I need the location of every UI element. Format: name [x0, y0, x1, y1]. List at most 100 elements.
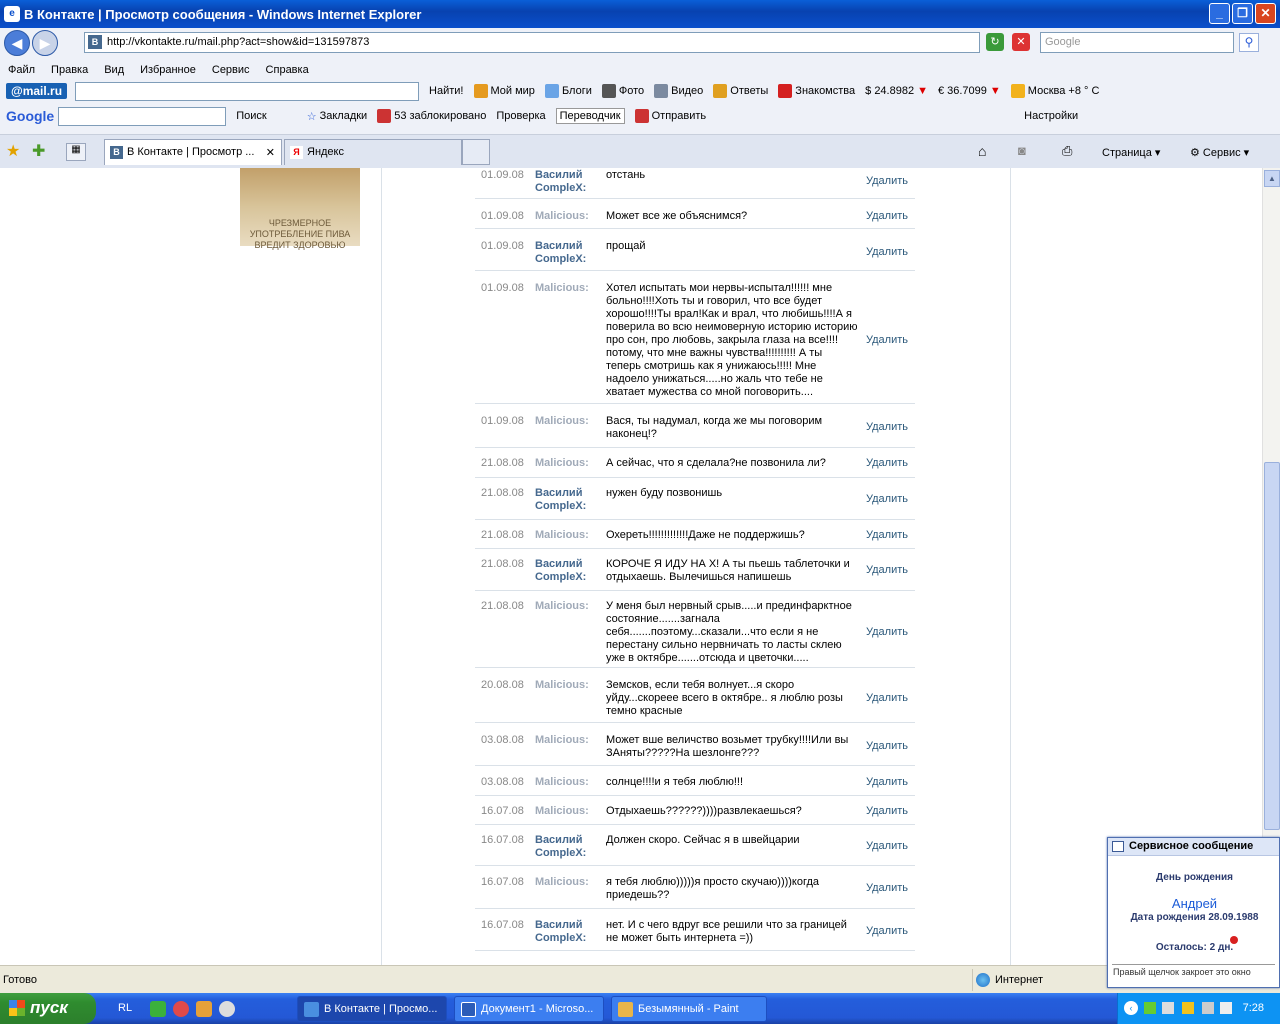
home-icon[interactable]: ⌂	[978, 143, 986, 159]
weather-item[interactable]: Москва +8 ° С	[1010, 84, 1099, 98]
mailru-myworld[interactable]: Мой мир	[473, 84, 535, 98]
address-bar[interactable]: В http://vkontakte.ru/mail.php?act=show&…	[84, 32, 980, 53]
pin-icon	[1230, 936, 1238, 944]
mailru-search-input[interactable]	[75, 81, 420, 101]
mailru-video[interactable]: Видео	[654, 84, 703, 98]
tray-icon[interactable]	[1144, 1002, 1156, 1014]
menu-help[interactable]: Справка	[266, 64, 309, 76]
notification-name[interactable]: Андрей	[1108, 896, 1280, 911]
quicklaunch-icon[interactable]	[150, 1001, 166, 1017]
delete-link[interactable]: Удалить	[866, 175, 908, 188]
volume-icon[interactable]	[1220, 1002, 1232, 1014]
mailru-answers[interactable]: Ответы	[713, 84, 768, 98]
notification-footer: Правый щелчок закроет это окно	[1113, 967, 1251, 977]
opera-icon[interactable]	[173, 1001, 189, 1017]
menu-favorites[interactable]: Избранное	[140, 64, 196, 76]
forward-button[interactable]: ▶	[32, 30, 58, 56]
search-icon[interactable]: ⚲	[1239, 33, 1259, 52]
message-row: 16.07.08 Василий ComplеX: нет. И с чего …	[475, 909, 915, 951]
add-favorite-icon[interactable]: ✚	[32, 141, 45, 161]
delete-link[interactable]: Удалить	[866, 882, 908, 895]
tray-expand-icon[interactable]: ‹	[1124, 1001, 1138, 1015]
window-titlebar[interactable]: e В Контакте | Просмотр сообщения - Wind…	[0, 0, 1280, 28]
popup-blocked[interactable]: 53 заблокировано	[377, 109, 486, 123]
mailru-dating[interactable]: Знакомства	[778, 84, 855, 98]
scroll-thumb[interactable]	[1264, 462, 1280, 830]
task-word[interactable]: Документ1 - Microso...	[454, 996, 604, 1022]
quicklaunch-icon[interactable]	[196, 1001, 212, 1017]
delete-link[interactable]: Удалить	[866, 493, 908, 506]
delete-link[interactable]: Удалить	[866, 692, 908, 705]
refresh-icon[interactable]: ↻	[986, 33, 1004, 51]
delete-link[interactable]: Удалить	[866, 805, 908, 818]
tools-menu[interactable]: ⚙ Сервис ▾	[1190, 146, 1249, 159]
task-ie[interactable]: В Контакте | Просмо...	[297, 996, 447, 1022]
mailru-blogs[interactable]: Блоги	[544, 84, 592, 98]
delete-link[interactable]: Удалить	[866, 626, 908, 639]
mailru-logo[interactable]: @mail.ru	[6, 83, 68, 99]
tray-icon[interactable]	[1202, 1002, 1214, 1014]
delete-link[interactable]: Удалить	[866, 564, 908, 577]
delete-link[interactable]: Удалить	[866, 740, 908, 753]
delete-link[interactable]: Удалить	[866, 334, 908, 347]
notification-days-left: Осталось: 2 дн.	[1155, 942, 1234, 953]
message-row: 16.07.08 Василий ComplеX: Должен скоро. …	[475, 825, 915, 866]
menu-view[interactable]: Вид	[104, 64, 124, 76]
menu-edit[interactable]: Правка	[51, 64, 88, 76]
beer-banner[interactable]: ЧРЕЗМЕРНОЕ УПОТРЕБЛЕНИЕ ПИВА ВРЕДИТ ЗДОР…	[240, 168, 360, 250]
translate-button[interactable]: Переводчик	[555, 108, 625, 124]
task-paint[interactable]: Безымянный - Paint	[611, 996, 767, 1022]
windows-logo-icon	[9, 1000, 25, 1016]
close-window-button[interactable]: ✕	[1255, 3, 1276, 24]
tab-vkontakte[interactable]: В В Контакте | Просмотр ... ✕	[104, 139, 282, 165]
media-icon[interactable]	[219, 1001, 235, 1017]
delete-link[interactable]: Удалить	[866, 421, 908, 434]
network-icon[interactable]	[1162, 1002, 1174, 1014]
new-tab-button[interactable]	[462, 139, 490, 165]
minimize-button[interactable]: _	[1209, 3, 1230, 24]
quick-tabs-icon[interactable]: ▦	[66, 143, 86, 161]
send-button[interactable]: Отправить	[634, 109, 706, 123]
close-tab-icon[interactable]: ✕	[266, 146, 275, 159]
notification-icon	[1112, 841, 1124, 852]
service-notification[interactable]: Сервисное сообщение День рождения Андрей…	[1107, 837, 1280, 988]
scroll-up-arrow[interactable]: ▲	[1264, 170, 1280, 187]
delete-link[interactable]: Удалить	[866, 457, 908, 470]
mailru-photo[interactable]: Фото	[601, 84, 644, 98]
rss-icon[interactable]: ◙	[1018, 143, 1026, 158]
google-settings[interactable]: Настройки	[1024, 110, 1078, 122]
delete-link[interactable]: Удалить	[866, 529, 908, 542]
message-row: 01.09.08 Василий ComplеX: отстань Удалит…	[475, 168, 915, 199]
delete-link[interactable]: Удалить	[866, 246, 908, 259]
google-bookmarks[interactable]: ☆ Закладки	[307, 110, 367, 123]
menu-tools[interactable]: Сервис	[212, 64, 250, 76]
message-row: 21.08.08 Василий ComplеX: нужен буду поз…	[475, 478, 915, 520]
favorites-star-icon[interactable]: ★	[6, 141, 20, 161]
tab-yandex[interactable]: Я Яндекс	[284, 139, 462, 165]
eur-rate[interactable]: € 36.7099 ▼	[938, 85, 1001, 97]
start-button[interactable]: пуск	[0, 993, 96, 1024]
clock[interactable]: 7:28	[1243, 1002, 1264, 1014]
google-toolbar: Google Поиск ☆ Закладки 53 заблокировано …	[0, 104, 1280, 128]
mailru-find-button[interactable]: Найти!	[429, 85, 463, 97]
google-search-button[interactable]: Поиск	[236, 110, 266, 122]
menu-file[interactable]: Файл	[8, 64, 35, 76]
delete-link[interactable]: Удалить	[866, 776, 908, 789]
page-menu[interactable]: Страница ▾	[1102, 146, 1160, 159]
delete-link[interactable]: Удалить	[866, 840, 908, 853]
blogs-icon	[544, 84, 559, 98]
message-row: 01.09.08 Malicious: Может все же объясни…	[475, 199, 915, 229]
ie-task-icon	[304, 1002, 319, 1017]
security-shield-icon[interactable]	[1182, 1002, 1194, 1014]
spellcheck-button[interactable]: Проверка	[496, 110, 545, 122]
search-input[interactable]: Google	[1040, 32, 1234, 53]
maximize-button[interactable]: ❐	[1232, 3, 1253, 24]
back-button[interactable]: ◀	[4, 30, 30, 56]
google-search-input[interactable]	[58, 106, 227, 126]
usd-rate[interactable]: $ 24.8982 ▼	[865, 85, 928, 97]
language-indicator[interactable]: RL	[118, 1002, 132, 1014]
print-icon[interactable]: ⎙	[1062, 143, 1072, 159]
delete-link[interactable]: Удалить	[866, 210, 908, 223]
stop-icon[interactable]: ✕	[1012, 33, 1030, 51]
delete-link[interactable]: Удалить	[866, 925, 908, 938]
